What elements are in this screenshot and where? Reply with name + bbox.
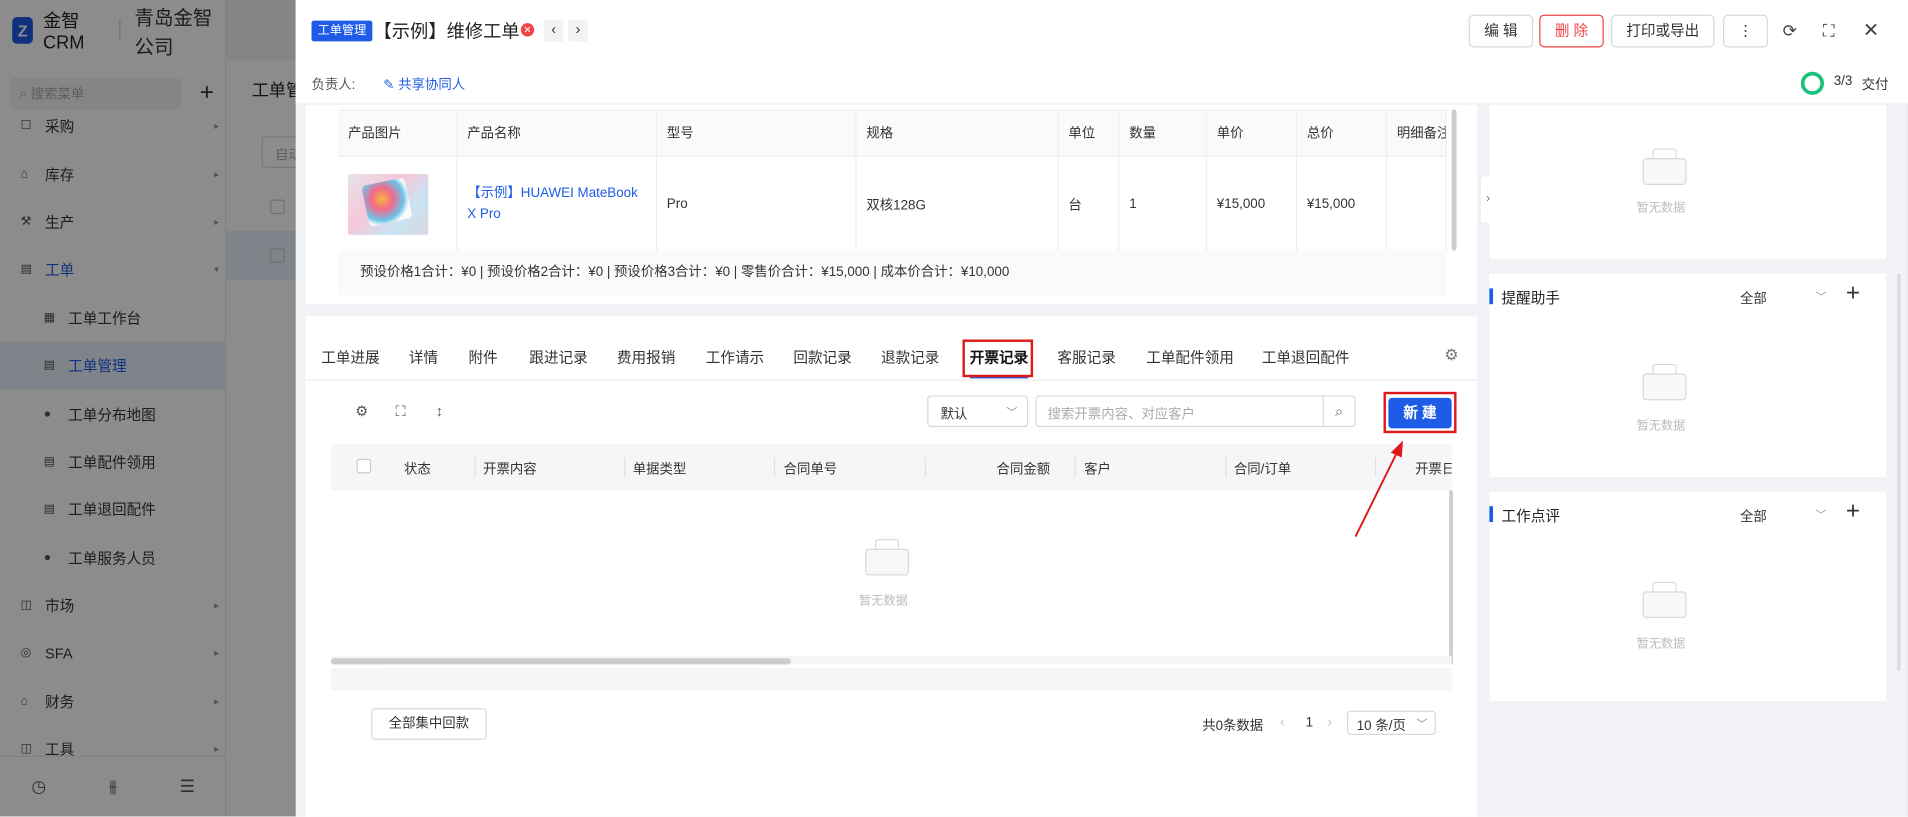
annotation-arrow (1354, 440, 1403, 538)
